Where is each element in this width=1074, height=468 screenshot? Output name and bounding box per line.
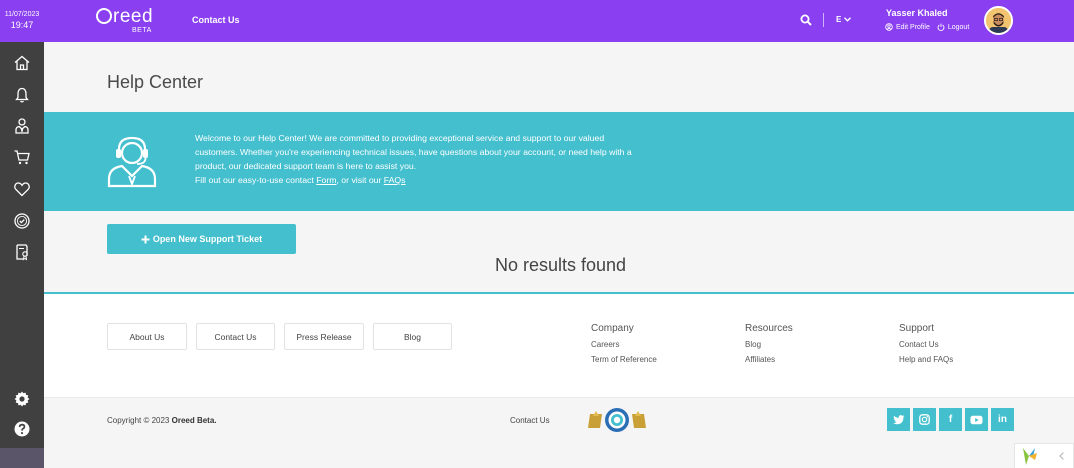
logout-link[interactable]: Logout xyxy=(937,23,969,31)
logo-beta: BETA xyxy=(132,27,152,34)
separator xyxy=(823,13,824,27)
support-agent-icon xyxy=(107,136,157,188)
footer-link-affiliates[interactable]: Affiliates xyxy=(745,355,793,364)
no-results-message: No results found xyxy=(495,255,627,275)
badge-check-icon[interactable] xyxy=(13,212,31,230)
faqs-link[interactable]: FAQs xyxy=(384,175,406,185)
footer-bottom: Copyright © 2023 Oreed Beta. Contact Us … xyxy=(44,397,1074,468)
user-circle-icon xyxy=(885,23,893,31)
open-ticket-label: Open New Support Ticket xyxy=(152,234,263,244)
language-label: E xyxy=(836,15,842,24)
date-time: 11/07/2023 19:47 xyxy=(0,10,44,30)
footer-col-heading: Resources xyxy=(745,323,793,334)
help-icon[interactable] xyxy=(13,420,31,438)
certificate-icon[interactable] xyxy=(13,243,31,261)
banner-middle: , or visit our xyxy=(336,175,384,185)
footer-contact-link[interactable]: Contact Us xyxy=(510,416,550,425)
chevron-down-icon xyxy=(843,17,851,22)
footer-link-terms[interactable]: Term of Reference xyxy=(591,355,657,364)
user-links: Edit Profile Logout xyxy=(885,23,969,31)
twitter-icon[interactable] xyxy=(887,408,910,431)
home-icon[interactable] xyxy=(13,54,31,72)
gear-icon[interactable] xyxy=(13,390,31,408)
facebook-label: f xyxy=(948,414,953,425)
open-ticket-button[interactable]: Open New Support Ticket xyxy=(107,224,296,254)
footer-about-button[interactable]: About Us xyxy=(107,323,187,350)
award-badge-icon xyxy=(588,408,646,432)
footer-link-contact[interactable]: Contact Us xyxy=(899,340,953,349)
footer-col-heading: Company xyxy=(591,323,634,334)
chat-widget[interactable] xyxy=(1014,443,1074,468)
copyright-text: Copyright © 2023 xyxy=(107,416,172,425)
youtube-icon[interactable] xyxy=(965,408,988,431)
footer-link-help[interactable]: Help and FAQs xyxy=(899,355,953,364)
footer-contact-button[interactable]: Contact Us xyxy=(196,323,275,350)
avatar[interactable] xyxy=(984,6,1013,35)
banner-text: Welcome to our Help Center! We are commi… xyxy=(195,131,645,187)
footer-blog-button[interactable]: Blog xyxy=(373,323,452,350)
footer-link-careers[interactable]: Careers xyxy=(591,340,657,349)
plus-icon xyxy=(141,235,150,243)
footer-col-heading: Support xyxy=(899,323,935,334)
user-tie-icon[interactable] xyxy=(13,117,31,135)
main-content: Help Center Welcome to our Help Center! … xyxy=(44,42,1074,468)
banner-contact-line: Fill out our easy-to-use contact Form, o… xyxy=(195,173,645,187)
instagram-icon[interactable] xyxy=(913,408,936,431)
top-bar: 11/07/2023 19:47 reed BETA Contact Us E … xyxy=(0,0,1074,42)
footer-col-resources: Resources Blog Affiliates xyxy=(745,323,793,370)
page-title: Help Center xyxy=(107,72,204,92)
chevron-left-icon[interactable] xyxy=(1055,449,1069,463)
footer-col-company: Company Careers Term of Reference xyxy=(591,323,657,370)
banner-prefix: Fill out our easy-to-use contact xyxy=(195,175,317,185)
avatar-image xyxy=(986,8,1011,33)
language-selector[interactable]: E xyxy=(836,15,851,24)
youtube-glyph xyxy=(970,415,983,424)
current-time: 19:47 xyxy=(10,20,34,30)
form-link[interactable]: Form xyxy=(316,175,336,185)
footer-col-support: Support Contact Us Help and FAQs xyxy=(899,323,953,370)
social-links: f in xyxy=(887,408,1014,431)
contact-us-link[interactable]: Contact Us xyxy=(192,15,240,25)
facebook-icon[interactable]: f xyxy=(939,408,962,431)
logo-text: reed xyxy=(113,6,154,27)
banner-paragraph: Welcome to our Help Center! We are commi… xyxy=(195,133,632,171)
logout-label: Logout xyxy=(947,23,970,31)
sidebar xyxy=(0,42,44,468)
user-name: Yasser Khaled xyxy=(886,8,948,18)
linkedin-icon[interactable]: in xyxy=(991,408,1014,431)
heart-icon[interactable] xyxy=(13,180,31,198)
footer-link-blog[interactable]: Blog xyxy=(745,340,793,349)
instagram-glyph xyxy=(919,414,930,425)
edit-profile-link[interactable]: Edit Profile xyxy=(885,23,930,31)
twitter-glyph xyxy=(892,414,904,424)
footer-links: About Us Contact Us Press Release Blog C… xyxy=(44,294,1074,397)
linkedin-label: in xyxy=(998,414,1007,425)
current-date: 11/07/2023 xyxy=(4,11,40,18)
search-icon[interactable] xyxy=(800,14,812,26)
sidebar-footer xyxy=(0,448,44,468)
widget-logo-icon xyxy=(1023,448,1037,465)
footer-press-button[interactable]: Press Release xyxy=(284,323,364,350)
edit-profile-label: Edit Profile xyxy=(896,23,930,31)
cart-icon[interactable] xyxy=(13,148,31,166)
help-banner: Welcome to our Help Center! We are commi… xyxy=(44,112,1074,211)
oreed-logo[interactable]: reed BETA xyxy=(96,6,160,36)
power-icon xyxy=(937,23,945,31)
bell-icon[interactable] xyxy=(13,86,31,104)
logo-ring-icon xyxy=(96,8,112,24)
copyright: Copyright © 2023 Oreed Beta. xyxy=(107,416,217,425)
copyright-brand: Oreed Beta. xyxy=(171,416,217,425)
